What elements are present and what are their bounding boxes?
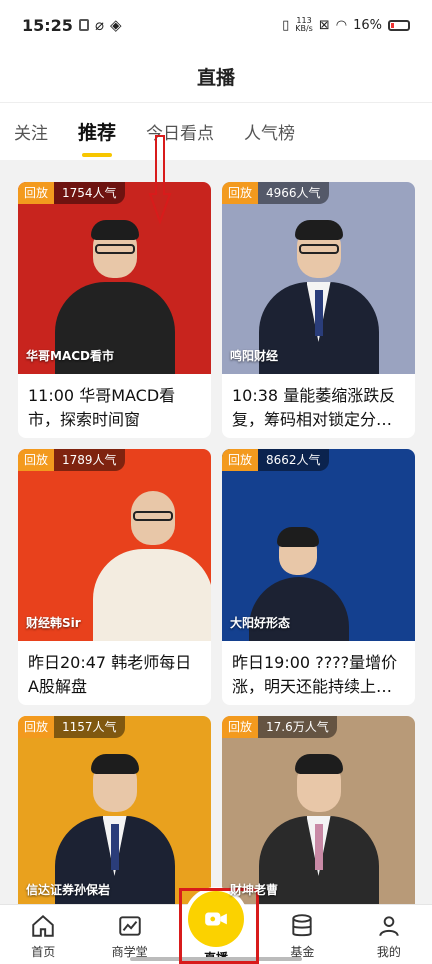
live-card[interactable]: 回放 1789人气 财经韩Sir 昨日20:47 韩老师每日A股解盘 xyxy=(18,449,211,705)
tab-popularity-ranking[interactable]: 人气榜 xyxy=(244,103,295,161)
replay-badge: 回放 xyxy=(222,182,259,204)
category-tabs: 关注 推荐 今日看点 人气榜 xyxy=(0,102,432,160)
host-name: 鸣阳财经 xyxy=(230,349,279,363)
popularity-badge: 4966人气 xyxy=(258,182,329,204)
battery-text: 16% xyxy=(353,17,382,33)
replay-badge: 回放 xyxy=(222,716,259,738)
live-title: 昨日20:47 韩老师每日A股解盘 xyxy=(28,653,192,696)
live-button[interactable] xyxy=(188,891,245,947)
tab-recommended[interactable]: 推荐 xyxy=(78,103,116,161)
live-card[interactable]: 回放 8662人气 大阳好形态 昨日19:00 ????量增价涨，明天还能持续上… xyxy=(222,449,415,705)
app-notification-icon: ◈ xyxy=(109,16,122,34)
host-name: 财坤老曹 xyxy=(230,883,279,897)
popularity-badge: 17.6万人气 xyxy=(258,716,337,738)
nav-label: 我的 xyxy=(376,945,401,959)
replay-badge: 回放 xyxy=(18,182,55,204)
live-title: 11:00 华哥MACD看市，探索时间窗 xyxy=(28,386,176,429)
page-title: 直播 xyxy=(0,50,432,102)
home-indicator xyxy=(130,957,302,961)
nav-mine[interactable]: 我的 xyxy=(346,905,432,964)
chart-icon xyxy=(118,916,141,936)
nav-live[interactable]: 直播 xyxy=(173,891,259,964)
nav-label: 首页 xyxy=(31,945,56,959)
home-icon xyxy=(32,914,54,937)
live-thumbnail: 回放 1789人气 财经韩Sir xyxy=(18,449,211,641)
host-name: 财经韩Sir xyxy=(26,616,81,630)
notification-icon: ⌀ xyxy=(94,16,104,34)
live-card[interactable]: 回放 4966人气 鸣阳财经 10:38 量能萎缩涨跌反复，筹码相对锁定分… xyxy=(222,182,415,438)
live-thumbnail: 回放 1754人气 华哥MACD看市 xyxy=(18,182,211,374)
net-speed: 113 KB/s xyxy=(295,16,313,33)
popularity-badge: 1754人气 xyxy=(54,182,125,204)
battery-icon xyxy=(388,19,410,31)
database-icon xyxy=(292,914,313,937)
host-name: 华哥MACD看市 xyxy=(26,349,114,363)
popularity-badge: 1789人气 xyxy=(54,449,125,471)
replay-badge: 回放 xyxy=(222,449,259,471)
video-icon xyxy=(205,912,227,926)
status-time: 15:25 xyxy=(22,15,73,35)
nav-home[interactable]: 首页 xyxy=(0,905,86,964)
status-bar: 15:25 ⌀ ◈ ▯ 113 KB/s ⊠ ◠ 16% xyxy=(0,0,432,50)
live-title: 10:38 量能萎缩涨跌反复，筹码相对锁定分… xyxy=(232,386,396,429)
live-title: 昨日19:00 ????量增价涨，明天还能持续上… xyxy=(232,653,398,696)
popularity-badge: 8662人气 xyxy=(258,449,329,471)
vibrate-icon: ▯ xyxy=(282,17,290,33)
live-thumbnail: 回放 1157人气 信达证券孙保岩 xyxy=(18,716,211,908)
live-thumbnail: 回放 4966人气 鸣阳财经 xyxy=(222,182,415,374)
popularity-badge: 1157人气 xyxy=(54,716,125,738)
replay-badge: 回放 xyxy=(18,449,55,471)
sim-icon xyxy=(78,19,89,31)
host-name: 信达证券孙保岩 xyxy=(26,883,111,897)
live-thumbnail: 回放 17.6万人气 财坤老曹 xyxy=(222,716,415,908)
bottom-nav: 首页 商学堂 直播 基金 我的 xyxy=(0,891,432,964)
host-name: 大阳好形态 xyxy=(230,616,291,630)
live-card[interactable]: 回放 1754人气 华哥MACD看市 11:00 华哥MACD看市，探索时间窗 xyxy=(18,182,211,438)
user-icon xyxy=(379,916,399,937)
tab-following[interactable]: 关注 xyxy=(14,103,48,161)
wifi-icon: ◠ xyxy=(335,17,348,33)
no-sim-icon: ⊠ xyxy=(318,17,330,33)
tab-today-highlights[interactable]: 今日看点 xyxy=(146,103,214,161)
host-figure xyxy=(93,491,211,641)
live-thumbnail: 回放 8662人气 大阳好形态 xyxy=(222,449,415,641)
nav-academy[interactable]: 商学堂 xyxy=(86,905,172,964)
replay-badge: 回放 xyxy=(18,716,55,738)
nav-fund[interactable]: 基金 xyxy=(259,905,345,964)
